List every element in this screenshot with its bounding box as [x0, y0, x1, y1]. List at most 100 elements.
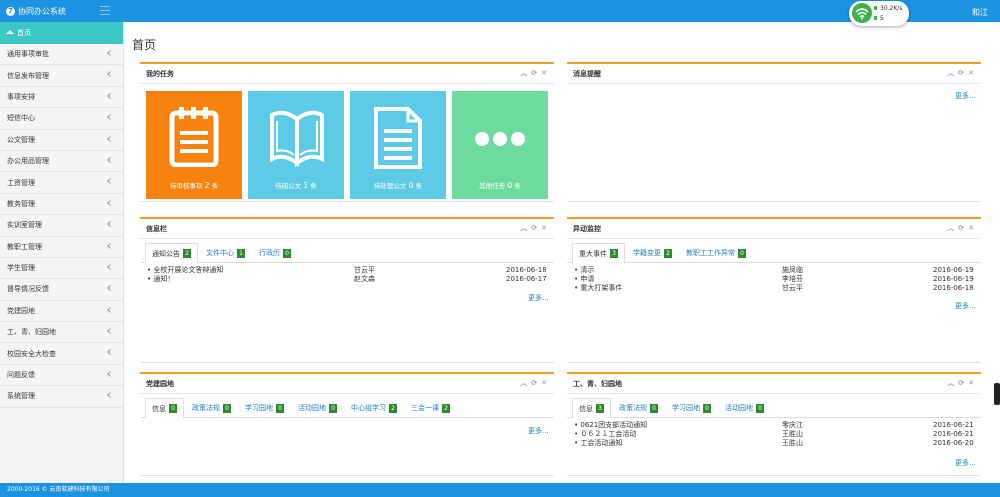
- chevron-left-icon: [107, 306, 113, 313]
- close-icon[interactable]: ✕: [541, 70, 547, 77]
- tab-party-study[interactable]: 学习园地 0: [239, 398, 290, 418]
- refresh-icon[interactable]: ⟳: [531, 70, 537, 77]
- tab-bar: 通知公告 2 文件中心 1 行政历 0: [140, 243, 554, 264]
- collapse-icon[interactable]: ︿: [520, 380, 527, 387]
- sidebar-item[interactable]: 短信中心: [0, 108, 123, 130]
- tab-party-center-study[interactable]: 中心组学习 2: [345, 398, 403, 418]
- sidebar-item[interactable]: 实训室管理: [0, 215, 123, 237]
- chevron-left-icon: [107, 371, 113, 377]
- close-icon[interactable]: ✕: [541, 380, 547, 387]
- panel-header: 工、青、妇园地 ︿ ⟳ ✕: [567, 374, 981, 394]
- list-item[interactable]: • ０６２１工会活动 王胜山 2016-06-21: [567, 430, 981, 439]
- panel-header: 我的任务 ︿ ⟳ ✕: [140, 64, 554, 84]
- chevron-left-icon: [107, 199, 113, 206]
- network-speed: 30.2K/s: [874, 5, 902, 12]
- task-tile-pending-read[interactable]: 待阅公文 1 条: [248, 91, 344, 199]
- chevron-left-icon: [107, 50, 113, 56]
- tab-union-study[interactable]: 学习园地 0: [666, 398, 717, 418]
- menu-toggle-icon[interactable]: [100, 6, 110, 15]
- sidebar-item[interactable]: 工资管理: [0, 172, 123, 194]
- refresh-icon[interactable]: ⟳: [958, 70, 964, 77]
- sidebar-item[interactable]: 校园安全大检查: [0, 343, 123, 365]
- task-tile-other[interactable]: 其他任务 0 条: [452, 91, 548, 199]
- close-icon[interactable]: ✕: [968, 225, 974, 232]
- list-item[interactable]: • 全校开展论文答辩通知 甘云平 2016-06-18: [140, 266, 554, 275]
- chevron-left-icon: [107, 157, 113, 163]
- close-icon[interactable]: ✕: [968, 380, 974, 387]
- sidebar-item[interactable]: 党建园地: [0, 300, 123, 323]
- ellipsis-icon: [475, 132, 525, 146]
- chevron-left-icon: [107, 328, 113, 334]
- chevron-left-icon: [107, 264, 113, 270]
- tab-union-activity[interactable]: 活动园地 0: [719, 398, 770, 418]
- tab-files[interactable]: 文件中心 1: [200, 243, 251, 263]
- tasks-panel: 我的任务 ︿ ⟳ ✕ 待审核事项 2 条 待阅公文 1 条 待处理公文 0 条 其他…: [140, 62, 554, 202]
- list-item[interactable]: • 重大打架事件 甘云平 2016-06-18: [567, 284, 981, 293]
- network-count: 5: [874, 15, 884, 22]
- tab-union-policy[interactable]: 政策法规 0: [613, 398, 664, 418]
- sidebar-item[interactable]: 学生管理: [0, 257, 123, 280]
- more-link[interactable]: 更多...: [955, 301, 976, 311]
- messages-panel: 消息提醒 ︿ ⟳ ✕ 更多...: [567, 62, 981, 202]
- tab-major-events[interactable]: 重大事件 3: [572, 243, 625, 264]
- collapse-icon[interactable]: ︿: [947, 70, 954, 77]
- list-item[interactable]: • 申请 李培芬 2016-06-19: [567, 275, 981, 284]
- close-icon[interactable]: ✕: [541, 225, 547, 232]
- chevron-left-icon: [107, 392, 113, 399]
- close-icon[interactable]: ✕: [968, 70, 974, 77]
- tab-enrollment-changes[interactable]: 学籍变更 2: [627, 243, 678, 263]
- side-scroll-handle[interactable]: [994, 383, 1000, 405]
- chevron-left-icon: [107, 71, 113, 78]
- union-panel: 工、青、妇园地 ︿ ⟳ ✕ 信息 3 政策法规 0 学习园地 0 活动园地 0 • 0621…: [567, 372, 981, 476]
- signal-icon: [874, 6, 877, 10]
- collapse-icon[interactable]: ︿: [947, 225, 954, 232]
- refresh-icon[interactable]: ⟳: [531, 225, 537, 232]
- sidebar-item[interactable]: 公文管理: [0, 129, 123, 151]
- sidebar-item[interactable]: 工、青、妇园地: [0, 322, 123, 344]
- list-item[interactable]: • 清示 施凤临 2016-06-19: [567, 266, 981, 275]
- open-book-icon: [270, 110, 324, 167]
- user-name[interactable]: 和江: [972, 7, 988, 18]
- collapse-icon[interactable]: ︿: [520, 225, 527, 232]
- collapse-icon[interactable]: ︿: [947, 380, 954, 387]
- tab-bar: 信息 3 政策法规 0 学习园地 0 活动园地 0: [567, 398, 981, 419]
- network-widget[interactable]: 30.2K/s 5: [849, 1, 909, 26]
- panel-title: 我的任务: [146, 69, 174, 78]
- list-item[interactable]: • 0621团支部活动通知 零庆江 2016-06-21: [567, 421, 981, 430]
- home-icon: [6, 30, 14, 34]
- tab-calendar[interactable]: 行政历 0: [253, 243, 297, 263]
- more-link[interactable]: 更多...: [955, 91, 976, 101]
- refresh-icon[interactable]: ⟳: [531, 380, 537, 387]
- tab-bar: 重大事件 3 学籍变更 2 教职工工作异常 0: [567, 243, 981, 264]
- sidebar-item[interactable]: 办公用品管理: [0, 150, 123, 173]
- refresh-icon[interactable]: ⟳: [958, 380, 964, 387]
- tab-party-activity[interactable]: 活动园地 0: [292, 398, 343, 418]
- tab-party-meetings[interactable]: 三会一课 2: [405, 398, 456, 418]
- sidebar-item-home[interactable]: 首页: [0, 22, 123, 44]
- monitor-panel: 异动监控 ︿ ⟳ ✕ 重大事件 3 学籍变更 2 教职工工作异常 0 • 清示 施凤临 201…: [567, 217, 981, 363]
- sidebar-item[interactable]: 问题反馈: [0, 364, 123, 387]
- task-tile-pending-docs[interactable]: 待处理公文 0 条: [350, 91, 446, 199]
- more-link[interactable]: 更多...: [528, 293, 549, 303]
- sidebar-item[interactable]: 系统管理: [0, 386, 123, 408]
- sidebar-item[interactable]: 事项安排: [0, 86, 123, 109]
- footer: 2000-2016 © 云南软建科技有限公司: [0, 483, 1000, 497]
- sidebar-item[interactable]: 信息发布管理: [0, 65, 123, 87]
- sidebar-item[interactable]: 通用事项审批: [0, 44, 123, 66]
- list-item[interactable]: • 通知！ 赵文森 2016-06-17: [140, 275, 554, 284]
- refresh-icon[interactable]: ⟳: [958, 225, 964, 232]
- tab-union-info[interactable]: 信息 3: [572, 398, 611, 419]
- tab-party-policy[interactable]: 政策法规 0: [186, 398, 237, 418]
- tab-party-info[interactable]: 信息 0: [145, 398, 184, 419]
- collapse-icon[interactable]: ︿: [520, 70, 527, 77]
- sidebar-item[interactable]: 教职工管理: [0, 236, 123, 258]
- task-tile-pending-review[interactable]: 待审核事项 2 条: [146, 91, 242, 199]
- panel-title: 党建园地: [146, 379, 174, 388]
- tab-notices[interactable]: 通知公告 2: [145, 243, 198, 264]
- sidebar-item[interactable]: 教务管理: [0, 193, 123, 216]
- list-item[interactable]: • 工会活动通知 王胜山 2016-06-20: [567, 439, 981, 448]
- more-link[interactable]: 更多...: [528, 426, 549, 436]
- more-link[interactable]: 更多...: [955, 458, 976, 468]
- sidebar-item[interactable]: 督导情况反馈: [0, 279, 123, 301]
- tab-staff-anomalies[interactable]: 教职工工作异常 0: [680, 243, 752, 263]
